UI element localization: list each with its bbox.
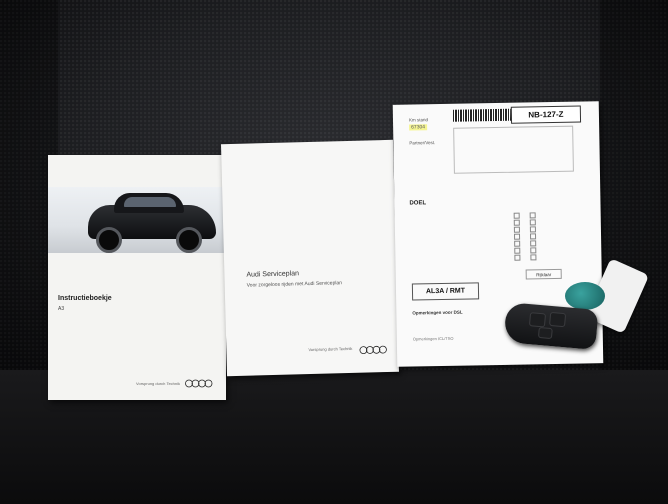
car-wheel-front: [96, 227, 122, 253]
registration-code: AL3A / RMT: [411, 282, 480, 301]
checklist-row: [410, 232, 590, 240]
key-unlock-button: [549, 311, 567, 328]
booklet-footer: Vorsprung durch Technik: [136, 381, 180, 386]
status-badge: Rijklaar: [525, 268, 562, 280]
checklist-row: [410, 239, 590, 247]
license-plate: NB-127-Z: [510, 105, 582, 124]
checklist-row: [410, 246, 590, 254]
km-label: Km stand: [408, 117, 429, 123]
audi-rings-logo: [184, 379, 214, 388]
doel-heading: DOEL: [409, 200, 427, 207]
key-trunk-button: [537, 326, 553, 340]
key-ring-tag: [565, 282, 605, 310]
car-photo: [48, 187, 226, 253]
photo-scene: Instructieboekje A3 Vorsprung durch Tech…: [0, 0, 668, 504]
checklist-row: [410, 218, 590, 226]
checklist-row: [410, 211, 590, 219]
km-value: 67304: [409, 124, 428, 131]
serviceplan-title: Audi Serviceplan: [246, 270, 300, 279]
opmerkingen-label: Opmerkingen voor DSL: [412, 309, 463, 316]
checklist-row: [410, 253, 590, 261]
instruction-booklet: Instructieboekje A3 Vorsprung durch Tech…: [48, 155, 226, 400]
form-info-block: [453, 125, 574, 174]
serviceplan-subtitle: Voor zorgeloos rijden met Audi Servicepl…: [246, 280, 343, 289]
car-window-shape: [124, 197, 176, 207]
booklet-subtitle: A3: [58, 306, 65, 312]
serviceplan-footer: Vorsprung durch Technik: [308, 345, 353, 353]
serviceplan-booklet: Audi Serviceplan Voor zorgeloos rijden m…: [220, 139, 400, 377]
car-wheel-rear: [176, 227, 202, 253]
booklet-title: Instructieboekje: [58, 295, 112, 302]
checklist-row: [410, 225, 590, 233]
barcode: [452, 108, 512, 122]
key-lock-button: [528, 312, 547, 328]
opmerkingen-label-2: Opmerkingen ICL/TSO: [412, 335, 454, 342]
partner-label: Partner/Vest.: [409, 140, 436, 146]
audi-rings-logo: [358, 345, 388, 355]
